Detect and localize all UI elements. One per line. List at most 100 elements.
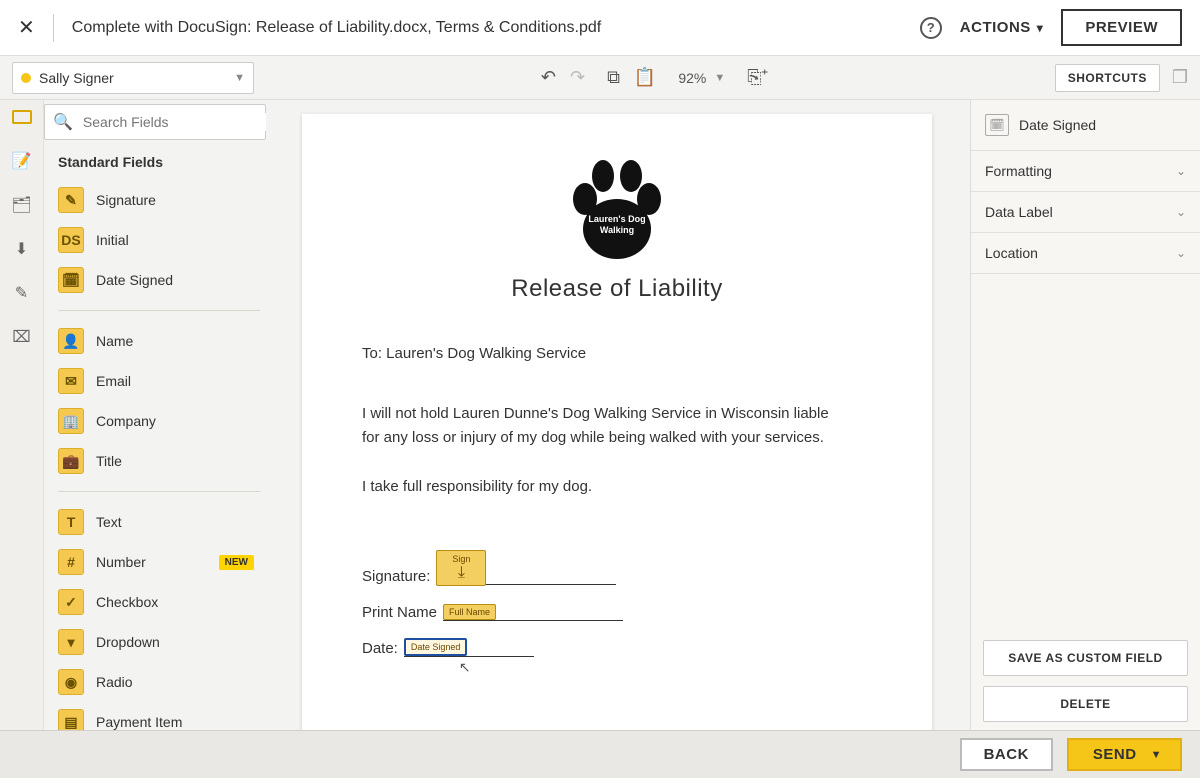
field-label: Title (96, 453, 122, 469)
footer: BACK SEND ▼ (0, 730, 1200, 778)
search-input[interactable] (81, 113, 266, 131)
field-payment-item[interactable]: ▤ Payment Item (44, 702, 270, 730)
chevron-down-icon: ▼ (1151, 749, 1162, 761)
close-icon[interactable]: ✕ (18, 15, 35, 40)
field-label: Date Signed (96, 272, 173, 288)
selected-field-name: Date Signed (1019, 117, 1096, 133)
thumbnails-icon[interactable]: ❐ (1172, 67, 1188, 88)
text-icon: T (58, 509, 84, 535)
field-company[interactable]: 🏢 Company (44, 401, 270, 441)
tag-date-signed[interactable]: Date Signed (404, 638, 468, 656)
rail-standard-fields-icon[interactable] (7, 104, 37, 130)
preview-button[interactable]: PREVIEW (1061, 9, 1182, 46)
download-icon: ⤓ (458, 564, 465, 582)
toolbar-center: ↶ ↷ ⧉ 📋 92% ▼ ⎘⁺ (264, 67, 1045, 88)
signature-line[interactable]: Sign ⤓ (436, 563, 616, 585)
section-label: Formatting (985, 163, 1052, 179)
rail-templates-icon[interactable]: ⌧ (7, 324, 37, 350)
tag-sign[interactable]: Sign ⤓ (436, 550, 486, 586)
delete-button[interactable]: DELETE (983, 686, 1188, 722)
send-button[interactable]: SEND ▼ (1067, 738, 1182, 771)
actions-label: ACTIONS (960, 19, 1031, 36)
document-page[interactable]: Lauren's Dog Walking Release of Liabilit… (302, 114, 932, 730)
document-title: Complete with DocuSign: Release of Liabi… (72, 19, 902, 37)
fields-search[interactable]: 🔍 ✕ (44, 104, 266, 140)
section-data-label[interactable]: Data Label ⌄ (971, 192, 1200, 233)
date-icon: 🗓 (58, 267, 84, 293)
copy-icon[interactable]: ⧉ (607, 67, 620, 88)
document-canvas[interactable]: Lauren's Dog Walking Release of Liabilit… (272, 100, 970, 730)
actions-button[interactable]: ACTIONS ▾ (960, 19, 1044, 36)
field-title[interactable]: 💼 Title (44, 441, 270, 481)
doc-paragraph-1: I will not hold Lauren Dunne's Dog Walki… (362, 402, 842, 450)
doc-heading: Release of Liability (362, 275, 872, 303)
field-label: Name (96, 333, 133, 349)
cursor-icon: ↖ (459, 659, 471, 676)
field-label: Checkbox (96, 594, 158, 610)
section-label: Data Label (985, 204, 1053, 220)
signature-label: Signature: (362, 568, 430, 585)
field-email[interactable]: ✉ Email (44, 361, 270, 401)
field-checkbox[interactable]: ✓ Checkbox (44, 582, 270, 622)
checkbox-icon: ✓ (58, 589, 84, 615)
tag-fullname[interactable]: Full Name (443, 604, 496, 620)
field-text[interactable]: T Text (44, 502, 270, 542)
company-icon: 🏢 (58, 408, 84, 434)
field-name[interactable]: 👤 Name (44, 321, 270, 361)
field-initial[interactable]: DS Initial (44, 220, 270, 260)
fields-scroll[interactable]: Standard Fields ✎ Signature DS Initial 🗓… (44, 144, 272, 730)
rail-edit-icon[interactable]: ✎ (7, 280, 37, 306)
field-number[interactable]: # Number NEW (44, 542, 270, 582)
save-custom-field-button[interactable]: SAVE AS CUSTOM FIELD (983, 640, 1188, 676)
date-icon: 🗓 (985, 114, 1009, 136)
person-icon: 👤 (58, 328, 84, 354)
section-heading: Standard Fields (44, 144, 270, 180)
section-formatting[interactable]: Formatting ⌄ (971, 151, 1200, 192)
paste-icon[interactable]: 📋 (634, 67, 656, 88)
left-rail: 📝 🗂 ⬇︎ ✎ ⌧ (0, 100, 44, 730)
recipient-color-dot (21, 73, 31, 83)
topbar: ✕ Complete with DocuSign: Release of Lia… (0, 0, 1200, 56)
field-radio[interactable]: ◉ Radio (44, 662, 270, 702)
chevron-down-icon: ▼ (234, 72, 245, 84)
printname-label: Print Name (362, 604, 437, 621)
rail-custom-fields-icon[interactable]: 📝 (7, 148, 37, 174)
date-row: Date: Date Signed ↖ (362, 635, 872, 657)
fields-column: 🔍 ✕ Standard Fields ✎ Signature DS Initi… (44, 100, 272, 730)
recipient-select[interactable]: Sally Signer ▼ (12, 62, 254, 94)
copy-paste-group: ⧉ 📋 (607, 67, 656, 88)
add-page-icon[interactable]: ⎘⁺ (747, 67, 768, 88)
date-label: Date: (362, 640, 398, 657)
back-button[interactable]: BACK (960, 738, 1053, 771)
redo-icon[interactable]: ↷ (570, 67, 585, 88)
rail-prefill-icon[interactable]: ⬇︎ (7, 236, 37, 262)
field-signature[interactable]: ✎ Signature (44, 180, 270, 220)
rail-documents-icon[interactable]: 🗂 (7, 192, 37, 218)
chevron-down-icon: ⌄ (1176, 164, 1186, 178)
field-label: Number (96, 554, 146, 570)
section-location[interactable]: Location ⌄ (971, 233, 1200, 274)
divider (53, 14, 54, 42)
undo-icon[interactable]: ↶ (541, 67, 556, 88)
radio-icon: ◉ (58, 669, 84, 695)
date-line[interactable]: Date Signed ↖ (404, 635, 534, 657)
field-label: Company (96, 413, 156, 429)
printname-line[interactable]: Full Name (443, 599, 623, 621)
field-label: Email (96, 373, 131, 389)
chevron-down-icon: ▼ (714, 72, 725, 84)
chevron-down-icon: ▾ (1037, 21, 1044, 35)
help-icon[interactable]: ? (920, 17, 942, 39)
zoom-select[interactable]: 92% ▼ (678, 70, 725, 86)
shortcuts-button[interactable]: SHORTCUTS (1055, 64, 1160, 92)
main: 📝 🗂 ⬇︎ ✎ ⌧ 🔍 ✕ Standard Fields ✎ Signatu… (0, 100, 1200, 730)
field-date-signed[interactable]: 🗓 Date Signed (44, 260, 270, 300)
selected-field-header: 🗓 Date Signed (971, 100, 1200, 151)
chevron-down-icon: ⌄ (1176, 246, 1186, 260)
field-label: Signature (96, 192, 156, 208)
right-panel: 🗓 Date Signed Formatting ⌄ Data Label ⌄ … (970, 100, 1200, 730)
separator (58, 310, 260, 311)
initial-icon: DS (58, 227, 84, 253)
field-label: Radio (96, 674, 133, 690)
field-dropdown[interactable]: ▾ Dropdown (44, 622, 270, 662)
section-label: Location (985, 245, 1038, 261)
